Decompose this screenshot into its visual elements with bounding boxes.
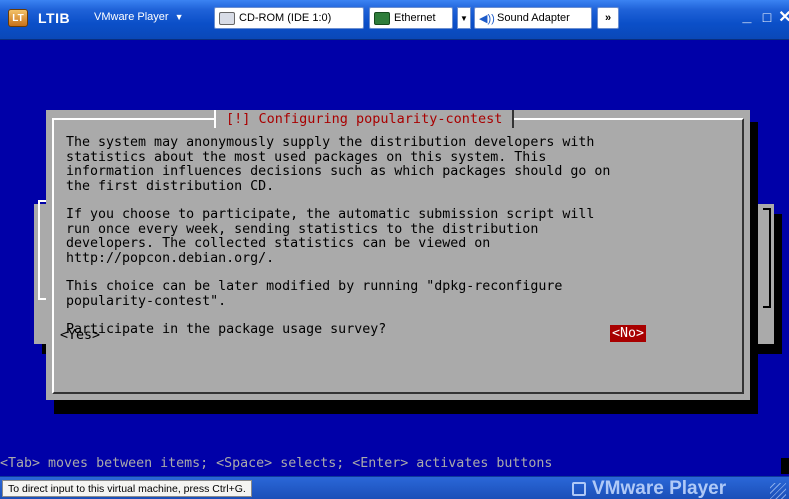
more-devices-button[interactable]: » [597, 7, 619, 29]
dialog-title: [!] Configuring popularity-contest [214, 110, 515, 128]
ethernet-dropdown-icon[interactable]: ▼ [457, 7, 471, 29]
device-sound-label: Sound Adapter [497, 12, 570, 24]
vmware-brand-logo: VMware Player [572, 478, 726, 499]
cursor-block [781, 458, 789, 474]
vmware-logo-icon [572, 482, 586, 496]
vmware-brand-text: VMware Player [592, 478, 727, 499]
network-icon [374, 11, 390, 25]
dialog-paragraph-2: If you choose to participate, the automa… [66, 207, 595, 266]
status-hint: To direct input to this virtual machine,… [2, 480, 252, 497]
device-ethernet-label: Ethernet [394, 12, 436, 24]
device-ethernet-button[interactable]: Ethernet [369, 7, 453, 29]
yes-button[interactable]: <Yes> [60, 328, 100, 343]
background-dialog-bracket-left [38, 200, 46, 300]
no-button[interactable]: <No> [610, 325, 647, 342]
resize-grip-icon[interactable] [770, 483, 786, 499]
vm-name: LTIB [38, 10, 71, 26]
debconf-dialog: [!] Configuring popularity-contest The s… [46, 110, 750, 400]
dialog-paragraph-3: This choice can be later modified by run… [66, 279, 563, 309]
vmware-player-menu[interactable]: VMware Player ▼ [88, 6, 206, 28]
dialog-body: The system may anonymously supply the di… [66, 135, 736, 338]
window-titlebar: LT LTIB VMware Player ▼ CD-ROM (IDE 1:0)… [0, 0, 789, 40]
vm-console-screen[interactable]: [!] Configuring popularity-contest The s… [0, 40, 789, 476]
speaker-icon: ◀)) [479, 12, 495, 25]
background-dialog-bracket-right [763, 208, 771, 308]
cdrom-icon [219, 11, 235, 25]
dialog-paragraph-1: The system may anonymously supply the di… [66, 135, 611, 194]
vmware-app-icon[interactable]: LT [8, 9, 28, 27]
help-line: <Tab> moves between items; <Space> selec… [0, 456, 553, 471]
vmware-player-menu-label: VMware Player [94, 11, 169, 23]
close-button[interactable]: ✕ [774, 6, 789, 28]
status-bar: To direct input to this virtual machine,… [0, 476, 789, 499]
device-cdrom-label: CD-ROM (IDE 1:0) [239, 12, 332, 24]
chevron-down-icon: ▼ [174, 12, 184, 22]
device-cdrom-button[interactable]: CD-ROM (IDE 1:0) [214, 7, 364, 29]
device-sound-button[interactable]: ◀)) Sound Adapter [474, 7, 592, 29]
minimize-button[interactable]: _ [736, 6, 758, 28]
